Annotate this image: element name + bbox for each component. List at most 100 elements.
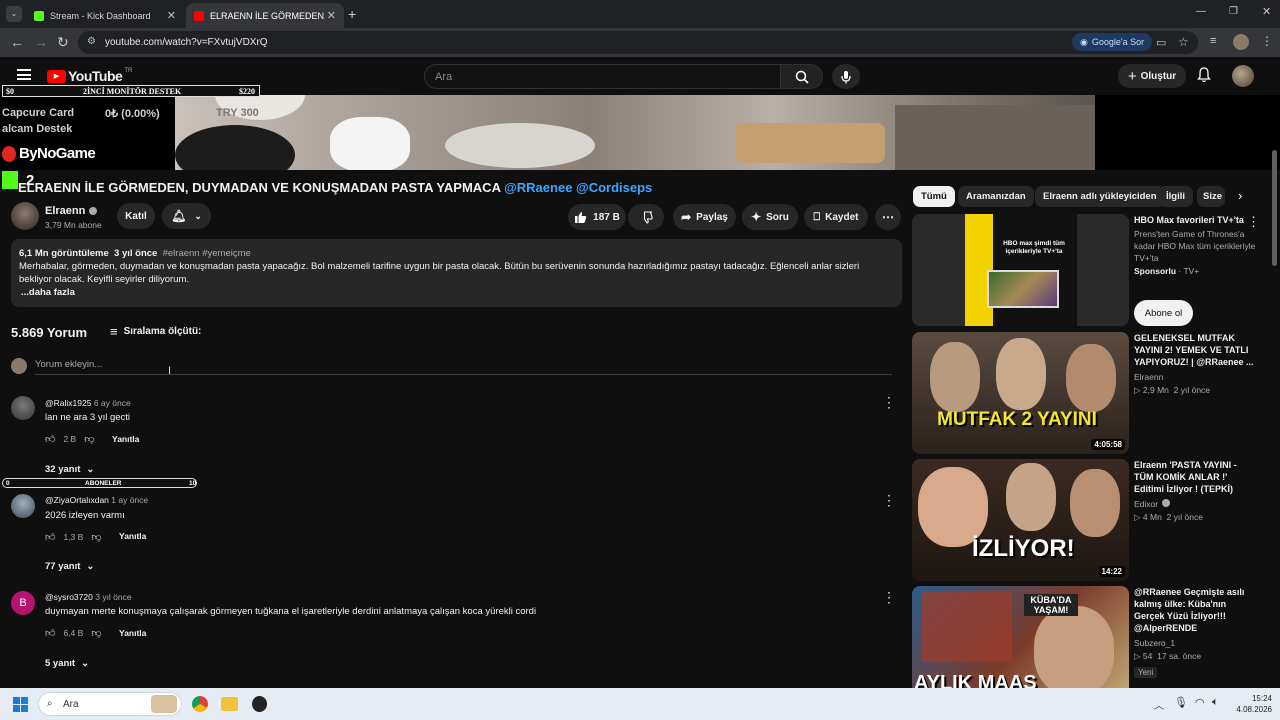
sort-by-button[interactable]: ≡ Sıralama ölçütü:: [110, 324, 201, 339]
file-explorer-taskbar-icon[interactable]: [221, 697, 238, 711]
comment-author[interactable]: @ZiyaOrtalıxdan 1 ay önce: [45, 495, 148, 505]
notifications-bell-icon[interactable]: [1197, 67, 1211, 88]
comment-menu-icon[interactable]: ⋮: [882, 492, 896, 509]
comment-replies-toggle[interactable]: 5 yanıt ⌄: [45, 658, 89, 669]
comment-reply-button[interactable]: Yanıtla: [119, 628, 146, 638]
video-thumbnail[interactable]: KÜBA'DA YAŞAM! AYLIK MAAŞ: [912, 586, 1129, 688]
chip-from-uploader[interactable]: Elraenn adlı yükleyiciden: [1035, 186, 1165, 207]
youtube-logo[interactable]: ▶ YouTube TR: [47, 68, 132, 84]
more-actions-button[interactable]: ⋯: [875, 204, 901, 230]
cast-icon[interactable]: ▭: [1156, 36, 1166, 49]
comment-like-icon[interactable]: 👍︎: [45, 433, 55, 445]
ad-title[interactable]: HBO Max favorileri TV+'ta: [1134, 214, 1258, 226]
notification-toggle-button[interactable]: 🔔︎ ⌄: [162, 203, 211, 229]
channel-avatar[interactable]: [11, 202, 39, 230]
comment-replies-toggle[interactable]: 32 yanıt ⌄: [45, 464, 94, 475]
sponsored-ad[interactable]: HBO max şimdi tüm içerikleriyle TV+'ta H…: [912, 214, 1267, 326]
comment-replies-toggle[interactable]: 77 yanıt ⌄: [45, 561, 94, 572]
search-button[interactable]: [781, 64, 823, 89]
ad-thumbnail[interactable]: HBO max şimdi tüm içerikleriyle TV+'ta: [912, 214, 1129, 326]
comment-avatar[interactable]: B: [11, 591, 35, 615]
forward-icon[interactable]: →: [34, 34, 48, 50]
close-tab-icon[interactable]: ✕: [327, 9, 336, 22]
video-title[interactable]: @RRaenee Geçmişte asılı kalmış ülke: Küb…: [1134, 586, 1258, 634]
recommended-video[interactable]: İZLİYOR! 14:22 Elraenn 'PASTA YAYINI - T…: [912, 459, 1267, 581]
voice-search-button[interactable]: [832, 64, 860, 89]
wifi-icon[interactable]: ◠: [1195, 696, 1205, 709]
video-channel[interactable]: Elraenn: [1134, 371, 1258, 383]
comment-like-icon[interactable]: 👍︎: [45, 627, 55, 639]
comment-author[interactable]: @sysro3720 3 yıl önce: [45, 592, 132, 602]
video-thumbnail[interactable]: MUTFAK 2 YAYINI 4:05:58: [912, 332, 1129, 454]
close-tab-icon[interactable]: ✕: [167, 9, 176, 22]
volume-icon[interactable]: 🔈︎: [1212, 696, 1219, 709]
video-title[interactable]: GELENEKSEL MUTFAK YAYINI 2! YEMEK VE TAT…: [1134, 332, 1258, 368]
recommended-video[interactable]: MUTFAK 2 YAYINI 4:05:58 GELENEKSEL MUTFA…: [912, 332, 1267, 454]
ad-subscribe-button[interactable]: Abone ol: [1134, 300, 1193, 326]
close-window-icon[interactable]: ✕: [1262, 5, 1271, 18]
app-taskbar-icon[interactable]: [252, 696, 267, 712]
minimize-icon[interactable]: —: [1196, 6, 1206, 17]
create-button[interactable]: + Oluştur: [1118, 64, 1186, 88]
comment-avatar[interactable]: [11, 494, 35, 518]
chrome-taskbar-icon[interactable]: [192, 696, 208, 712]
url-field[interactable]: ⚙ youtube.com/watch?v=FXvtujVDXrQ: [78, 31, 1198, 54]
comment-reply-button[interactable]: Yanıtla: [112, 434, 139, 444]
chip-for-you[interactable]: Size: [1197, 186, 1225, 207]
ad-menu-icon[interactable]: ⋮: [1247, 214, 1260, 230]
share-button[interactable]: ➦ Paylaş: [673, 204, 736, 230]
comment-avatar[interactable]: [11, 396, 35, 420]
profile-avatar[interactable]: [1233, 34, 1249, 50]
show-hidden-icons[interactable]: ︿: [1154, 697, 1164, 712]
channel-name[interactable]: Elraenn: [45, 205, 98, 217]
ask-button[interactable]: ✦ Soru: [742, 204, 798, 230]
bookmark-star-icon[interactable]: ☆: [1178, 35, 1189, 49]
comment-author[interactable]: @Ralix1925 6 ay önce: [45, 398, 131, 408]
subscriber-goal-end: 10: [189, 480, 197, 487]
reload-icon[interactable]: ↻: [57, 34, 69, 51]
microphone-tray-icon[interactable]: 🎙︎: [1174, 696, 1188, 709]
menu-icon[interactable]: [17, 69, 31, 80]
like-button[interactable]: 187 B: [568, 204, 626, 230]
site-info-icon[interactable]: ⚙: [87, 36, 96, 47]
hashtags[interactable]: #elraenn #yemeiçme: [163, 248, 251, 259]
reading-list-icon[interactable]: ≡: [1210, 35, 1216, 47]
tab-kick-dashboard[interactable]: Stream - Kick Dashboard ✕: [26, 3, 184, 28]
comment-menu-icon[interactable]: ⋮: [882, 589, 896, 606]
new-tab-icon[interactable]: +: [348, 6, 356, 22]
restore-icon[interactable]: ❐: [1229, 6, 1238, 17]
comment-menu-icon[interactable]: ⋮: [882, 394, 896, 411]
video-thumbnail[interactable]: İZLİYOR! 14:22: [912, 459, 1129, 581]
chip-from-search[interactable]: Aramanızdan: [958, 186, 1034, 207]
video-channel[interactable]: Edixor: [1134, 498, 1258, 510]
google-ask-button[interactable]: ◉ Google'a Sor: [1072, 33, 1153, 51]
chip-related[interactable]: İlgili: [1158, 186, 1193, 207]
taskbar-search[interactable]: ⌕ Ara: [38, 692, 182, 716]
description-box[interactable]: 6,1 Mn görüntüleme 3 yıl önce #elraenn #…: [11, 239, 902, 307]
dislike-button[interactable]: [628, 204, 664, 230]
comment-dislike-icon[interactable]: 👎︎: [91, 531, 101, 543]
save-button[interactable]: ⎕ Kaydet: [804, 204, 868, 230]
comment-reply-button[interactable]: Yanıtla: [119, 531, 146, 541]
comment-dislike-icon[interactable]: 👎︎: [91, 627, 101, 639]
recommended-video[interactable]: KÜBA'DA YAŞAM! AYLIK MAAŞ @RRaenee Geçmi…: [912, 586, 1267, 688]
chip-all[interactable]: Tümü: [913, 186, 955, 207]
comment-dislike-icon[interactable]: 👎︎: [84, 433, 94, 445]
comment-like-icon[interactable]: 👍︎: [45, 531, 55, 543]
add-comment-input[interactable]: Yorum ekleyin...: [35, 359, 892, 375]
windows-start-icon[interactable]: [13, 697, 28, 712]
account-avatar[interactable]: [1232, 65, 1254, 87]
show-more-link[interactable]: ...daha fazla: [21, 286, 894, 299]
browser-menu-icon[interactable]: ⋮: [1261, 34, 1273, 48]
video-channel[interactable]: Subzero_1: [1134, 637, 1258, 649]
video-title[interactable]: Elraenn 'PASTA YAYINI - TÜM KOMİK ANLAR …: [1134, 459, 1258, 495]
back-icon[interactable]: ←: [10, 34, 24, 50]
search-input[interactable]: Ara: [424, 64, 781, 89]
video-title-mentions[interactable]: @RRaenee @Cordiseps: [504, 180, 652, 195]
clock[interactable]: 15:24 4.08.2026: [1228, 693, 1272, 715]
tab-list-dropdown-icon[interactable]: ⌄: [6, 6, 22, 22]
chips-next-icon[interactable]: ›: [1238, 188, 1242, 203]
page-scrollbar[interactable]: [1272, 150, 1277, 266]
join-button[interactable]: Katıl: [117, 203, 155, 229]
tab-youtube-video[interactable]: ELRAENN İLE GÖRMEDEN, DUY ✕: [186, 3, 344, 28]
